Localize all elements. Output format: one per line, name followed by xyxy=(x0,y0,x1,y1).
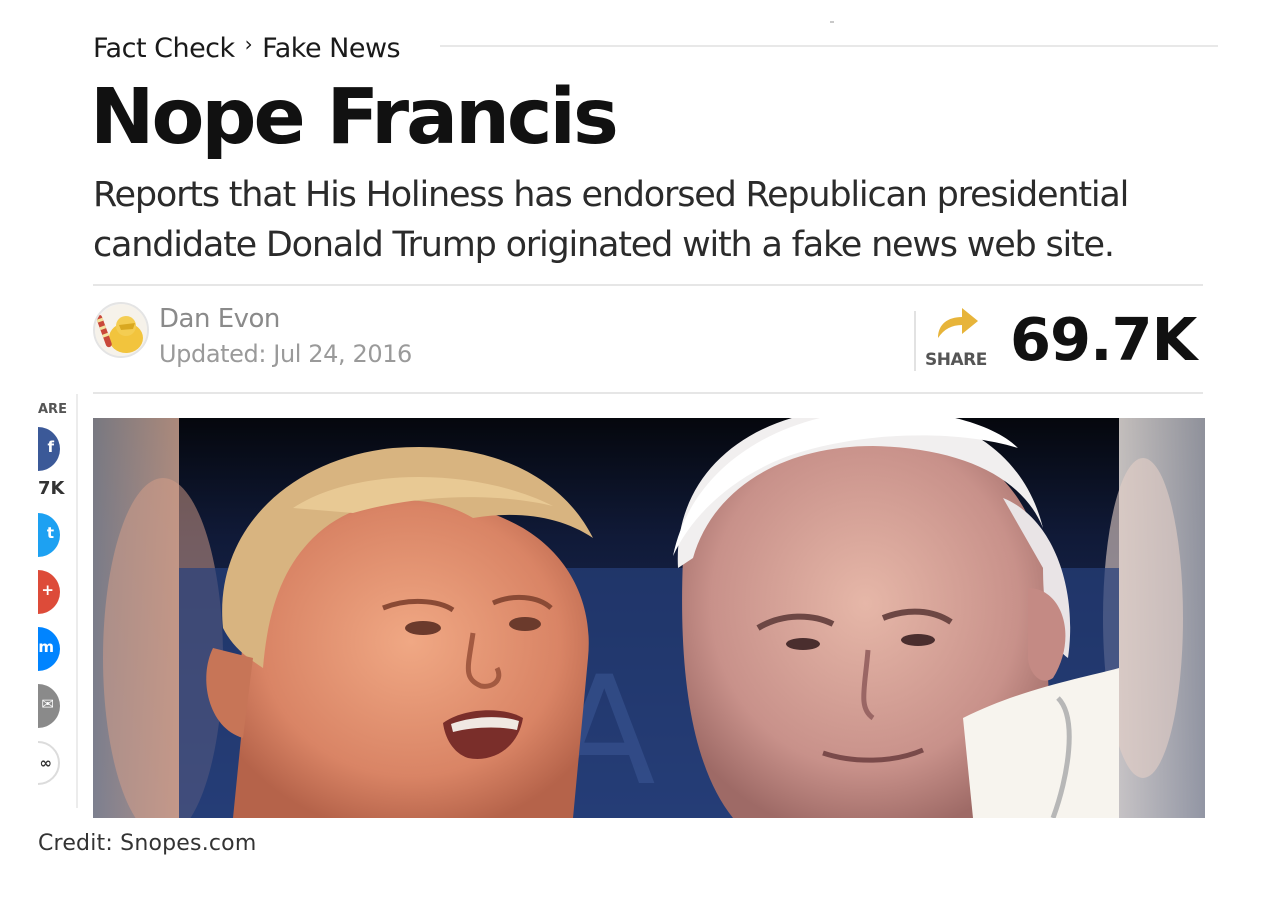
image-credit: Credit: Snopes.com xyxy=(38,831,257,856)
share-arrow-icon[interactable] xyxy=(934,304,980,344)
updated-date: Updated: Jul 24, 2016 xyxy=(159,340,412,368)
social-share-rail: ARE f 7K t + m ✉ ∞ xyxy=(38,394,78,808)
article-dek: Reports that His Holiness has endorsed R… xyxy=(93,175,1129,265)
rail-share-count: 7K xyxy=(38,478,65,499)
twitter-share-button[interactable]: t xyxy=(38,513,60,557)
google-plus-share-button[interactable]: + xyxy=(38,570,60,614)
breadcrumb-fake-news-link[interactable]: Fake News xyxy=(262,33,400,64)
hero-photo-illustration: A C xyxy=(93,418,1205,818)
chevron-right-icon: › xyxy=(244,32,253,56)
link-icon: ∞ xyxy=(39,754,53,772)
divider xyxy=(93,284,1203,286)
breadcrumb-fact-check-link[interactable]: Fact Check xyxy=(93,33,235,64)
breadcrumb-rule xyxy=(440,45,1218,47)
divider xyxy=(93,392,1203,394)
email-share-button[interactable]: ✉ xyxy=(38,684,60,728)
copy-link-button[interactable]: ∞ xyxy=(38,741,60,785)
share-divider xyxy=(914,311,916,371)
email-icon: ✉ xyxy=(41,695,54,713)
google-plus-icon: + xyxy=(41,581,54,599)
twitter-icon: t xyxy=(46,524,54,542)
rail-share-label: ARE xyxy=(38,402,67,417)
hero-image: A C xyxy=(93,418,1205,818)
breadcrumb: Fact Check › Fake News xyxy=(93,30,401,66)
facebook-share-button[interactable]: f xyxy=(38,427,60,471)
author-avatar[interactable] xyxy=(93,302,149,358)
divider-dot xyxy=(830,21,834,23)
avatar-illustration-icon xyxy=(95,304,147,356)
messenger-share-button[interactable]: m xyxy=(38,627,60,671)
article-title: Nope Francis xyxy=(90,73,619,162)
share-label[interactable]: SHARE xyxy=(925,350,987,370)
facebook-icon: f xyxy=(47,438,54,456)
author-name[interactable]: Dan Evon xyxy=(159,304,280,334)
share-count: 69.7K xyxy=(1010,305,1197,374)
screenshot-page: Fact Check › Fake News Nope Francis Repo… xyxy=(0,0,1264,898)
messenger-icon: m xyxy=(38,638,54,656)
